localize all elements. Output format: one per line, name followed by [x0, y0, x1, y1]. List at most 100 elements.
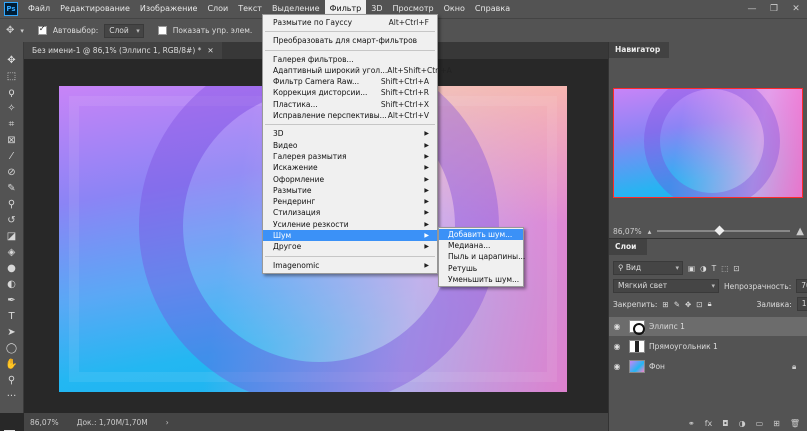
layer-style-icon[interactable]: fx	[705, 419, 713, 428]
type-tool-icon[interactable]: T	[4, 310, 20, 323]
menu-item[interactable]: Слои	[202, 0, 233, 18]
path-selection-tool-icon[interactable]: ➤	[4, 326, 20, 339]
filter-menu-item[interactable]: Шум ▶	[263, 230, 437, 242]
history-brush-tool-icon[interactable]: ↺	[4, 214, 20, 227]
new-layer-icon[interactable]: ⊞	[773, 419, 780, 428]
layer-kind-filter[interactable]: ⚲ Вид	[613, 261, 683, 275]
fill-input[interactable]: 100%	[796, 297, 807, 311]
move-tool-icon[interactable]: ✥	[4, 54, 20, 67]
hand-tool-icon[interactable]: ✋	[4, 358, 20, 371]
lasso-tool-icon[interactable]: ϙ	[4, 86, 20, 99]
lock-all-icon[interactable]: 🔒︎	[708, 299, 712, 309]
layer-row[interactable]: ◉ Фон 🔒︎	[609, 357, 807, 376]
pen-tool-icon[interactable]: ✒	[4, 294, 20, 307]
filter-menu-item[interactable]: Искажение ▶	[263, 162, 437, 173]
noise-submenu-item[interactable]: Ретушь	[439, 263, 523, 274]
navigator-zoom-slider[interactable]	[657, 225, 791, 236]
lock-icon[interactable]: 🔒︎	[792, 362, 807, 372]
maximize-button[interactable]: ❐	[763, 0, 785, 18]
dodge-tool-icon[interactable]: ◐	[4, 278, 20, 291]
visibility-eye-icon[interactable]: ◉	[609, 342, 625, 351]
navigator-zoom-value[interactable]: 86,07%	[613, 227, 642, 236]
filter-menu-item[interactable]: Оформление ▶	[263, 174, 437, 185]
brush-tool-icon[interactable]: ✎	[4, 182, 20, 195]
add-mask-icon[interactable]: ◘	[722, 419, 728, 428]
navigator-thumbnail[interactable]	[613, 88, 803, 198]
eyedropper-tool-icon[interactable]: ⁄	[4, 150, 20, 163]
noise-submenu-item[interactable]: Добавить шум...	[439, 229, 523, 241]
menu-item[interactable]: Справка	[470, 0, 515, 18]
ellipse-tool-icon[interactable]: ◯	[4, 342, 20, 355]
eraser-tool-icon[interactable]: ◪	[4, 230, 20, 243]
menu-item[interactable]: Изображение	[135, 0, 203, 18]
frame-tool-icon[interactable]: ⊠	[4, 134, 20, 147]
visibility-eye-icon[interactable]: ◉	[609, 362, 625, 371]
filter-menu-item[interactable]: Коррекция дисторсии... Shift+Ctrl+R	[263, 87, 437, 98]
menu-item[interactable]: Окно	[439, 0, 470, 18]
autoselect-checkbox[interactable]	[37, 24, 47, 35]
delete-layer-icon[interactable]: 🗑︎	[790, 419, 800, 428]
filter-menu-item[interactable]: Видео ▶	[263, 140, 437, 151]
move-tool-icon[interactable]: ✥	[6, 25, 14, 36]
noise-submenu-item[interactable]: Пыль и царапины...	[439, 251, 525, 262]
healing-brush-tool-icon[interactable]: ⊘	[4, 166, 20, 179]
filter-menu-item[interactable]: Другое ▶	[263, 241, 437, 252]
close-tab-icon[interactable]: ✕	[207, 42, 213, 59]
lock-artboard-icon[interactable]: ⊡	[696, 300, 702, 309]
filter-menu-item[interactable]: Размытие по Гауссу Alt+Ctrl+F	[263, 17, 437, 28]
layers-title[interactable]: Слои	[609, 239, 647, 255]
filter-menu-item[interactable]: Стилизация ▶	[263, 207, 437, 218]
minimize-button[interactable]: —	[741, 0, 763, 18]
navigator-title[interactable]: Навигатор	[609, 42, 669, 58]
filter-smart-icon[interactable]: ⊡	[733, 264, 739, 273]
filter-menu-item[interactable]: Галерея размытия ▶	[263, 151, 437, 162]
filter-menu-item[interactable]: Imagenomic ▶	[263, 260, 437, 271]
lock-position-icon[interactable]: ✥	[685, 300, 691, 309]
zoom-in-icon[interactable]: ▲	[796, 226, 804, 237]
filter-type-icon[interactable]: T	[712, 264, 717, 273]
visibility-eye-icon[interactable]: ◉	[609, 322, 625, 331]
filter-menu-item[interactable]: Пластика... Shift+Ctrl+X	[263, 99, 437, 110]
menu-item[interactable]: Редактирование	[55, 0, 135, 18]
tool-preset-chevron-icon[interactable]: ▾	[20, 27, 24, 35]
filter-menu-item[interactable]: Усиление резкости ▶	[263, 219, 437, 230]
opacity-input[interactable]: 70%	[796, 279, 807, 293]
magic-wand-tool-icon[interactable]: ✧	[4, 102, 20, 115]
menu-item[interactable]: Файл	[23, 0, 55, 18]
status-arrow-icon[interactable]: ›	[166, 418, 169, 427]
filter-menu-item[interactable]: Преобразовать для смарт-фильтров	[263, 35, 437, 46]
filter-pixel-icon[interactable]: ▣	[688, 264, 695, 273]
filter-adjust-icon[interactable]: ◑	[700, 264, 707, 273]
marquee-tool-icon[interactable]: ⬚	[4, 70, 20, 83]
filter-menu-item[interactable]: Галерея фильтров...	[263, 54, 437, 65]
blend-mode-select[interactable]: Мягкий свет	[613, 279, 719, 293]
noise-submenu-item[interactable]: Уменьшить шум...	[439, 274, 523, 285]
filter-shape-icon[interactable]: ⬚	[721, 264, 728, 273]
filter-menu-item[interactable]: Фильтр Camera Raw... Shift+Ctrl+A	[263, 76, 437, 87]
layer-row[interactable]: ◉ Эллипс 1	[609, 317, 807, 336]
zoom-tool-icon[interactable]: ⚲	[4, 374, 20, 387]
crop-tool-icon[interactable]: ⌗	[4, 118, 20, 131]
status-zoom[interactable]: 86,07%	[30, 418, 59, 427]
autoselect-target-select[interactable]: Слой	[104, 23, 144, 38]
more-tools-icon[interactable]: ···	[4, 390, 20, 403]
clone-stamp-tool-icon[interactable]: ⚲	[4, 198, 20, 211]
link-layers-icon[interactable]: ⚭	[688, 419, 695, 428]
close-window-button[interactable]: ✕	[785, 0, 807, 18]
paint-bucket-tool-icon[interactable]: ◈	[4, 246, 20, 259]
layer-row[interactable]: ◉ Прямоугольник 1	[609, 337, 807, 356]
adjustment-layer-icon[interactable]: ◑	[739, 419, 746, 428]
filter-menu-item[interactable]: Адаптивный широкий угол... Alt+Shift+Ctrl…	[263, 65, 452, 76]
document-tab[interactable]: Без имени-1 @ 86,1% (Эллипс 1, RGB/8#) *…	[24, 42, 222, 59]
zoom-out-icon[interactable]: ▴	[648, 227, 652, 236]
new-group-icon[interactable]: ▭	[756, 419, 764, 428]
zoom-slider-handle[interactable]	[714, 225, 725, 236]
show-controls-checkbox[interactable]	[157, 26, 167, 35]
lock-brush-icon[interactable]: ✎	[674, 300, 680, 309]
filter-menu-item[interactable]: 3D ▶	[263, 128, 437, 139]
filter-menu-item[interactable]: Рендеринг ▶	[263, 196, 437, 207]
blur-tool-icon[interactable]: ●	[4, 262, 20, 275]
noise-submenu-item[interactable]: Медиана...	[439, 240, 523, 251]
lock-pixels-icon[interactable]: ⊞	[662, 300, 668, 309]
filter-menu-item[interactable]: Исправление перспективы... Alt+Ctrl+V	[263, 110, 437, 121]
